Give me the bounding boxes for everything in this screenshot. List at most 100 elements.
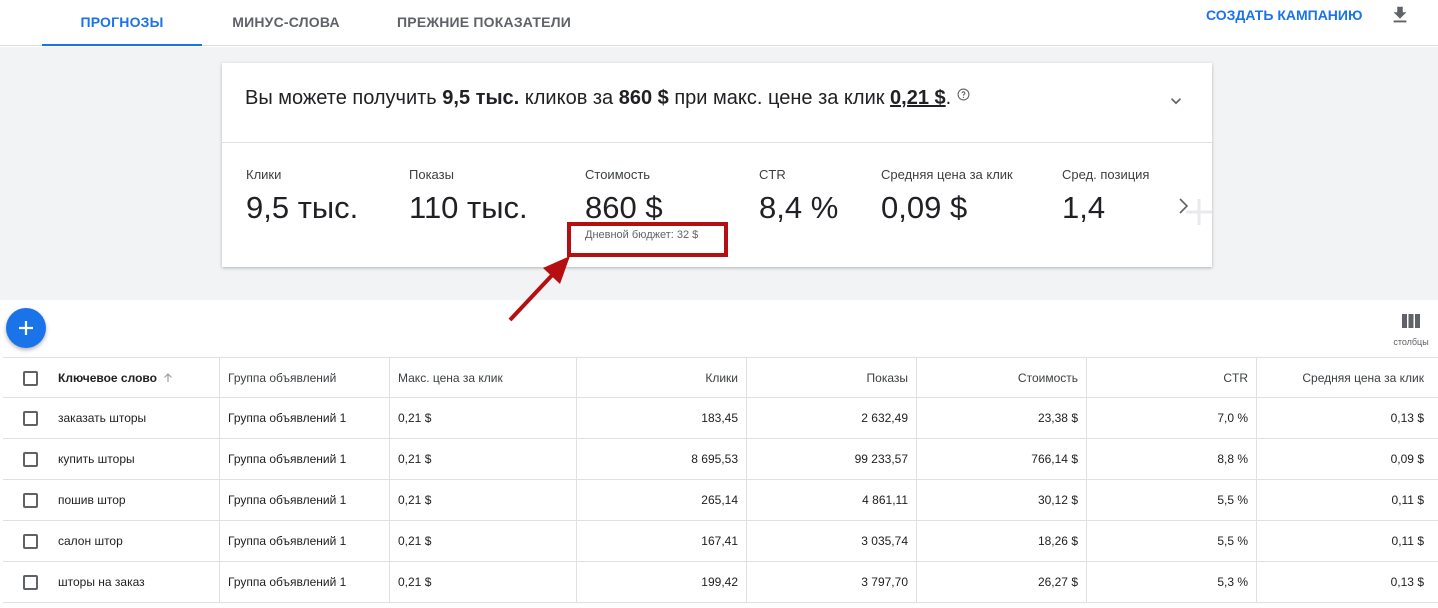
chevron-down-icon[interactable] — [1166, 91, 1186, 111]
cell-keyword[interactable]: пошив штор — [50, 480, 219, 521]
row-select-cell — [3, 562, 55, 603]
cell-ctr: 8,8 % — [1086, 439, 1256, 480]
keywords-table: Ключевое слово Группа объявлений Макс. ц… — [3, 357, 1438, 603]
top-tab-bar: Прогнозы Минус-слова Прежние показатели … — [0, 0, 1438, 46]
metric-cost-value: 860 $ — [585, 190, 663, 225]
row-checkbox[interactable] — [23, 493, 38, 508]
cell-impressions: 99 233,57 — [746, 439, 916, 480]
cell-keyword[interactable]: заказать шторы — [50, 398, 219, 439]
table-row: пошив штор Группа объявлений 1 0,21 $ 26… — [3, 480, 1438, 521]
metric-clicks: Клики 9,5 тыс. — [246, 167, 358, 226]
header-ad-group[interactable]: Группа объявлений — [219, 358, 389, 399]
add-keyword-button[interactable] — [6, 308, 46, 348]
select-all-cell — [3, 358, 55, 399]
summary-mid2: при макс. цене за клик — [668, 87, 891, 109]
cell-ad-group[interactable]: Группа объявлений 1 — [219, 480, 389, 521]
cell-clicks: 183,45 — [576, 398, 746, 439]
cell-clicks: 265,14 — [576, 480, 746, 521]
summary-cost: 860 $ — [618, 87, 669, 109]
cell-keyword[interactable]: шторы на заказ — [50, 562, 219, 603]
header-ctr[interactable]: CTR — [1086, 358, 1256, 399]
forecast-summary: Вы можете получить 9,5 тыс. кликов за 86… — [245, 87, 970, 110]
metric-impressions-label: Показы — [409, 167, 454, 182]
metric-cost: Стоимость 860 $ — [585, 167, 663, 226]
cell-ad-group[interactable]: Группа объявлений 1 — [219, 562, 389, 603]
cell-ctr: 5,5 % — [1086, 480, 1256, 521]
cell-impressions: 2 632,49 — [746, 398, 916, 439]
metric-avg-cpc-value: 0,09 $ — [881, 190, 968, 225]
cell-keyword[interactable]: купить шторы — [50, 439, 219, 480]
cell-clicks: 167,41 — [576, 521, 746, 562]
cell-ad-group[interactable]: Группа объявлений 1 — [219, 521, 389, 562]
summary-suffix: . — [945, 87, 952, 109]
columns-button[interactable]: столбцы — [1388, 314, 1434, 350]
table-row: заказать шторы Группа объявлений 1 0,21 … — [3, 398, 1438, 439]
cell-ctr: 5,3 % — [1086, 562, 1256, 603]
cell-ad-group[interactable]: Группа объявлений 1 — [219, 439, 389, 480]
create-campaign-button[interactable]: Создать кампанию — [1206, 0, 1362, 30]
row-select-cell — [3, 439, 55, 480]
header-clicks[interactable]: Клики — [576, 358, 746, 399]
header-cost[interactable]: Стоимость — [916, 358, 1086, 399]
row-select-cell — [3, 398, 55, 439]
cell-impressions: 4 861,11 — [746, 480, 916, 521]
summary-max-cpc-link[interactable]: 0,21 $ — [890, 87, 946, 109]
cell-impressions: 3 035,74 — [746, 521, 916, 562]
table-row: купить шторы Группа объявлений 1 0,21 $ … — [3, 439, 1438, 480]
header-avg-cpc[interactable]: Средняя цена за клик — [1256, 358, 1432, 399]
plus-icon — [19, 321, 33, 335]
metric-clicks-value: 9,5 тыс. — [246, 190, 359, 225]
help-icon[interactable] — [957, 88, 970, 101]
tab-negative-keywords[interactable]: Минус-слова — [218, 0, 354, 46]
cell-max-cpc[interactable]: 0,21 $ — [389, 398, 576, 439]
metric-ctr: CTR 8,4 % — [759, 167, 838, 226]
table-header-row: Ключевое слово Группа объявлений Макс. ц… — [3, 357, 1438, 399]
row-checkbox[interactable] — [23, 452, 38, 467]
row-select-cell — [3, 480, 55, 521]
metric-clicks-label: Клики — [246, 167, 282, 182]
cell-avg-cpc: 0,13 $ — [1256, 562, 1432, 603]
summary-clicks: 9,5 тыс. — [442, 87, 520, 109]
summary-prefix: Вы можете получить — [245, 87, 443, 109]
metric-avg-cpc-label: Средняя цена за клик — [881, 167, 1013, 182]
row-checkbox[interactable] — [23, 575, 38, 590]
cell-cost: 23,38 $ — [916, 398, 1086, 439]
cell-max-cpc[interactable]: 0,21 $ — [389, 480, 576, 521]
cell-ctr: 5,5 % — [1086, 521, 1256, 562]
cell-cost: 26,27 $ — [916, 562, 1086, 603]
cell-max-cpc[interactable]: 0,21 $ — [389, 521, 576, 562]
table-row: шторы на заказ Группа объявлений 1 0,21 … — [3, 562, 1438, 603]
cell-avg-cpc: 0,11 $ — [1256, 521, 1432, 562]
forecast-card-header: Вы можете получить 9,5 тыс. кликов за 86… — [222, 63, 1212, 143]
summary-mid1: кликов за — [519, 87, 619, 109]
cell-clicks: 199,42 — [576, 562, 746, 603]
cell-keyword[interactable]: салон штор — [50, 521, 219, 562]
columns-label: столбцы — [1393, 337, 1429, 347]
cell-ad-group[interactable]: Группа объявлений 1 — [219, 398, 389, 439]
metric-avg-position-label: Сред. позиция — [1062, 167, 1150, 182]
cell-avg-cpc: 0,11 $ — [1256, 480, 1432, 521]
row-select-cell — [3, 521, 55, 562]
header-impressions[interactable]: Показы — [746, 358, 916, 399]
cell-avg-cpc: 0,13 $ — [1256, 398, 1432, 439]
cell-clicks: 8 695,53 — [576, 439, 746, 480]
select-all-checkbox[interactable] — [23, 371, 38, 386]
cell-max-cpc[interactable]: 0,21 $ — [389, 439, 576, 480]
metric-impressions-value: 110 тыс. — [409, 190, 528, 225]
cell-max-cpc[interactable]: 0,21 $ — [389, 562, 576, 603]
header-keyword[interactable]: Ключевое слово — [50, 358, 219, 399]
cell-cost: 766,14 $ — [916, 439, 1086, 480]
tab-historical-metrics[interactable]: Прежние показатели — [384, 0, 584, 46]
tab-forecasts[interactable]: Прогнозы — [42, 0, 202, 46]
row-checkbox[interactable] — [23, 411, 38, 426]
arrow-up-icon — [164, 373, 172, 382]
metric-avg-position-value: 1,4 — [1062, 190, 1106, 225]
download-icon[interactable] — [1389, 4, 1411, 26]
metric-impressions: Показы 110 тыс. — [409, 167, 528, 226]
header-max-cpc[interactable]: Макс. цена за клик — [389, 358, 576, 399]
cell-cost: 18,26 $ — [916, 521, 1086, 562]
annotation-highlight-box — [567, 222, 728, 257]
row-checkbox[interactable] — [23, 534, 38, 549]
chevron-right-icon[interactable] — [1177, 197, 1191, 215]
metric-avg-position: Сред. позиция 1,4 — [1062, 167, 1149, 226]
